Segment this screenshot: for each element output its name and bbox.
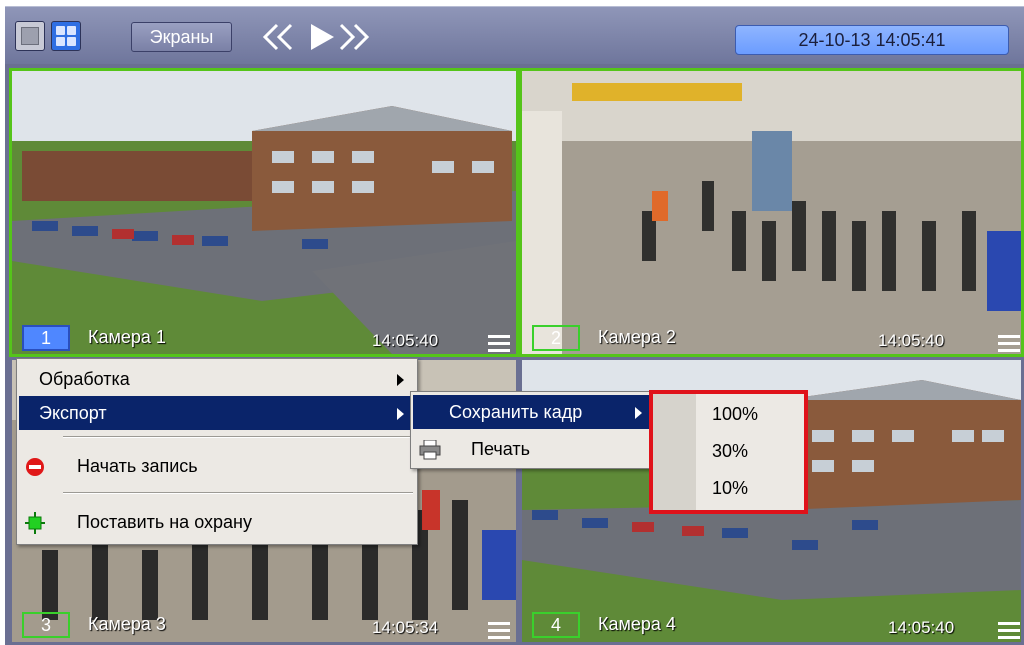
printer-icon: [419, 440, 441, 460]
callout-highlight-box: [649, 390, 808, 514]
camera-number-badge: 3: [22, 612, 70, 638]
menu-item-label: Поставить на охрану: [77, 512, 252, 532]
menu-item-label: Обработка: [39, 369, 130, 389]
menu-item-arm[interactable]: Поставить на охрану: [19, 505, 415, 539]
record-icon: [26, 458, 44, 476]
screens-button[interactable]: Экраны: [131, 22, 232, 52]
menu-icon[interactable]: [488, 622, 510, 640]
menu-item-label: Экспорт: [39, 403, 107, 423]
menu-item-save-frame[interactable]: Сохранить кадр: [413, 395, 651, 429]
submenu-arrow-icon: [397, 374, 404, 386]
menu-divider: [63, 492, 413, 494]
menu-item-label: Начать запись: [77, 456, 198, 476]
export-submenu: Сохранить кадр Печать: [410, 391, 654, 469]
menu-icon[interactable]: [998, 622, 1020, 640]
menu-item-export[interactable]: Экспорт: [19, 396, 415, 430]
camera-1-video: [12, 71, 516, 354]
grid-view-button[interactable]: [51, 21, 81, 51]
menu-item-start-recording[interactable]: Начать запись: [19, 449, 415, 483]
camera-name: Камера 2: [598, 327, 676, 347]
submenu-arrow-icon: [635, 407, 642, 419]
camera-context-menu: Обработка Экспорт Начать запись Поставит…: [16, 358, 418, 545]
camera-tile-2[interactable]: 2 Камера 2 14:05:40: [519, 68, 1024, 357]
camera-number-badge: 1: [22, 325, 70, 351]
camera-time: 14:05:40: [888, 618, 955, 637]
menu-item-print[interactable]: Печать: [413, 432, 651, 466]
date-time-display: 24-10-13 14:05:41: [735, 25, 1009, 55]
camera-name: Камера 3: [88, 614, 166, 634]
toolbar: Экраны 24-10-13 14:05:41: [5, 6, 1024, 64]
camera-time: 14:05:40: [878, 331, 945, 350]
camera-number-badge: 4: [532, 612, 580, 638]
grid-view-icon: [56, 26, 76, 46]
menu-icon[interactable]: [998, 335, 1020, 353]
menu-icon[interactable]: [488, 335, 510, 353]
camera-time: 14:05:40: [372, 331, 439, 350]
single-view-button[interactable]: [15, 21, 45, 51]
menu-item-label: Сохранить кадр: [449, 402, 583, 422]
arm-icon: [25, 512, 45, 534]
single-view-icon: [21, 27, 39, 45]
menu-item-label: Печать: [471, 439, 530, 459]
camera-name: Камера 4: [598, 614, 676, 634]
menu-divider: [63, 436, 413, 438]
camera-tile-1[interactable]: 1 Камера 1 14:05:40: [9, 68, 519, 357]
camera-2-video: [522, 71, 1021, 354]
play-icon[interactable]: [307, 21, 337, 53]
submenu-arrow-icon: [397, 408, 404, 420]
rewind-icon[interactable]: [259, 21, 297, 53]
camera-number-badge: 2: [532, 325, 580, 351]
fast-forward-icon[interactable]: [335, 21, 373, 53]
camera-name: Камера 1: [88, 327, 166, 347]
menu-item-processing[interactable]: Обработка: [19, 362, 415, 396]
camera-time: 14:05:34: [372, 618, 439, 637]
